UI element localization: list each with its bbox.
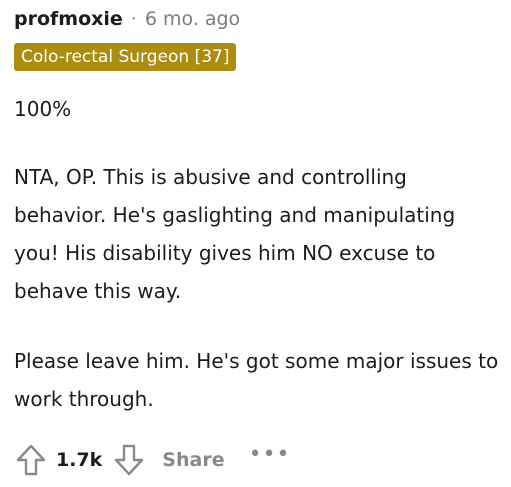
comment-paragraph: Please leave him. He's got some major is… bbox=[14, 349, 499, 411]
username[interactable]: profmoxie bbox=[14, 8, 123, 30]
timestamp[interactable]: 6 mo. ago bbox=[145, 8, 240, 30]
upvote-arrow-icon[interactable] bbox=[14, 443, 48, 477]
comment-paragraph: 100% bbox=[14, 97, 72, 121]
comment-actions: 1.7k Share ••• bbox=[14, 438, 291, 482]
share-button[interactable]: Share bbox=[162, 449, 224, 471]
vote-score: 1.7k bbox=[56, 449, 103, 471]
downvote-arrow-icon[interactable] bbox=[112, 443, 146, 477]
more-options-icon[interactable]: ••• bbox=[249, 442, 291, 467]
comment-meta: profmoxie · 6 mo. ago bbox=[14, 6, 240, 32]
meta-separator: · bbox=[130, 8, 137, 30]
user-flair: Colo-rectal Surgeon [37] bbox=[14, 43, 237, 71]
comment-paragraph: NTA, OP. This is abusive and controlling… bbox=[14, 165, 456, 303]
